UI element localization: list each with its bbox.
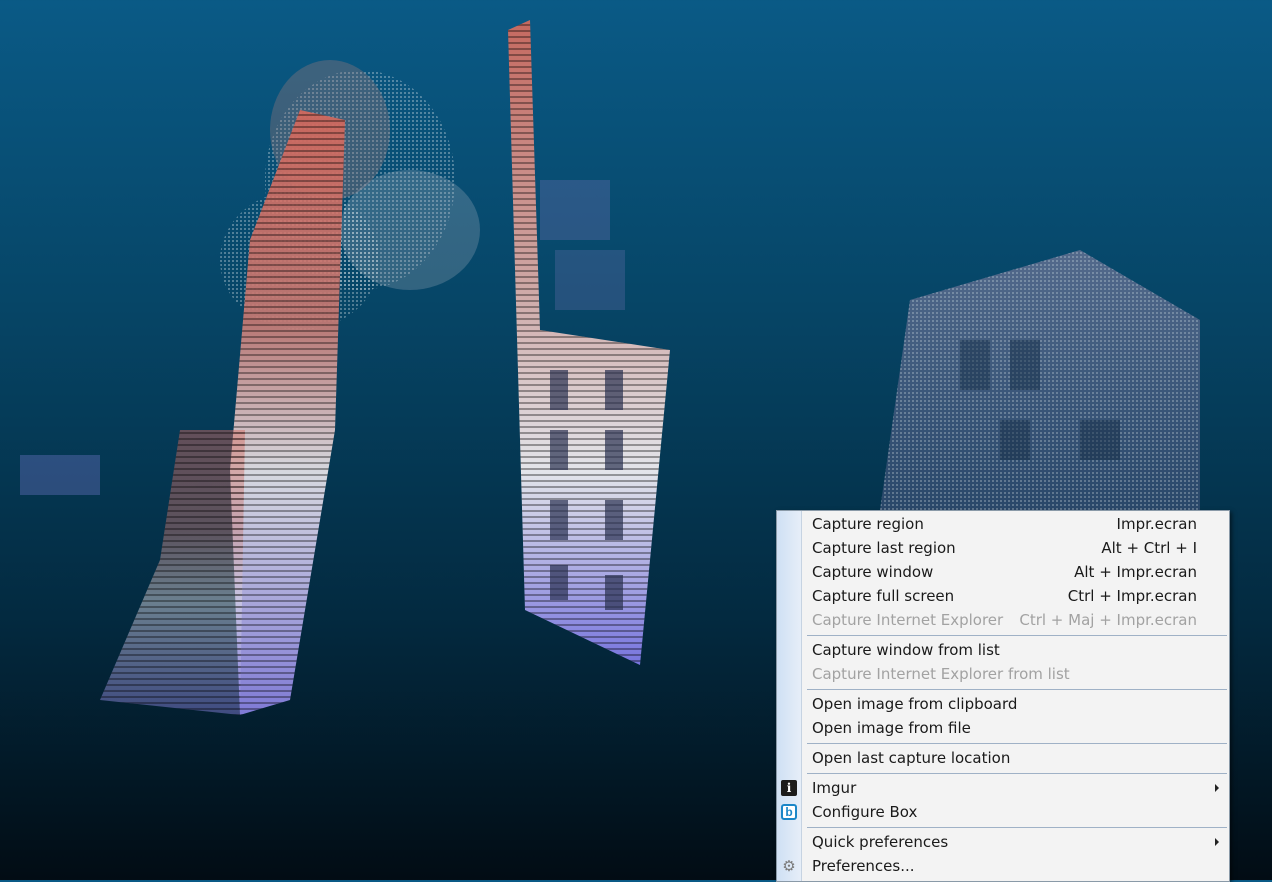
menu-separator bbox=[807, 827, 1227, 828]
menu-item-capture-window[interactable]: Capture window Alt + Impr.ecran bbox=[777, 560, 1229, 584]
menu-item-open-image-from-clipboard[interactable]: Open image from clipboard bbox=[777, 692, 1229, 716]
menu-separator bbox=[807, 635, 1227, 636]
menu-item-label: Capture last region bbox=[812, 539, 956, 557]
menu-item-quick-preferences[interactable]: Quick preferences bbox=[777, 830, 1229, 854]
menu-item-capture-window-from-list[interactable]: Capture window from list bbox=[777, 638, 1229, 662]
menu-item-capture-full-screen[interactable]: Capture full screen Ctrl + Impr.ecran bbox=[777, 584, 1229, 608]
menu-item-label: Capture window bbox=[812, 563, 934, 581]
menu-item-label: Capture Internet Explorer from list bbox=[812, 665, 1070, 683]
menu-item-open-image-from-file[interactable]: Open image from file bbox=[777, 716, 1229, 740]
box-icon: b bbox=[781, 804, 797, 820]
menu-item-shortcut: Impr.ecran bbox=[1116, 515, 1197, 533]
context-menu: Capture region Impr.ecran Capture last r… bbox=[776, 510, 1230, 882]
menu-item-label: Capture region bbox=[812, 515, 924, 533]
menu-item-preferences[interactable]: ⚙ Preferences... bbox=[777, 854, 1229, 878]
menu-separator bbox=[807, 689, 1227, 690]
menu-item-label: Capture window from list bbox=[812, 641, 1000, 659]
menu-item-capture-region[interactable]: Capture region Impr.ecran bbox=[777, 512, 1229, 536]
menu-item-label: Preferences... bbox=[812, 857, 915, 875]
menu-item-shortcut: Ctrl + Impr.ecran bbox=[1067, 587, 1197, 605]
menu-item-label: Open image from file bbox=[812, 719, 971, 737]
menu-item-shortcut: Alt + Ctrl + I bbox=[1101, 539, 1197, 557]
menu-item-label: Quick preferences bbox=[812, 833, 949, 851]
menu-item-label: Imgur bbox=[812, 779, 857, 797]
right-building bbox=[880, 250, 1200, 510]
menu-item-configure-box[interactable]: b Configure Box bbox=[777, 800, 1229, 824]
menu-item-label: Capture full screen bbox=[812, 587, 955, 605]
menu-item-capture-last-region[interactable]: Capture last region Alt + Ctrl + I bbox=[777, 536, 1229, 560]
imgur-icon: i bbox=[781, 780, 797, 796]
submenu-arrow-icon bbox=[1215, 838, 1219, 846]
menu-item-shortcut: Ctrl + Maj + Impr.ecran bbox=[1019, 611, 1197, 629]
menu-item-label: Configure Box bbox=[812, 803, 918, 821]
menu-item-label: Capture Internet Explorer bbox=[812, 611, 1004, 629]
menu-item-open-last-capture-location[interactable]: Open last capture location bbox=[777, 746, 1229, 770]
menu-item-label: Open last capture location bbox=[812, 749, 1011, 767]
menu-item-label: Open image from clipboard bbox=[812, 695, 1018, 713]
submenu-arrow-icon bbox=[1215, 784, 1219, 792]
menu-item-shortcut: Alt + Impr.ecran bbox=[1074, 563, 1197, 581]
menu-separator bbox=[807, 773, 1227, 774]
menu-item-imgur[interactable]: i Imgur bbox=[777, 776, 1229, 800]
menu-item-capture-internet-explorer: Capture Internet Explorer Ctrl + Maj + I… bbox=[777, 608, 1229, 632]
center-building bbox=[508, 20, 670, 665]
gear-icon: ⚙ bbox=[782, 857, 796, 875]
left-building bbox=[20, 110, 345, 715]
menu-item-capture-ie-from-list: Capture Internet Explorer from list bbox=[777, 662, 1229, 686]
menu-separator bbox=[807, 743, 1227, 744]
